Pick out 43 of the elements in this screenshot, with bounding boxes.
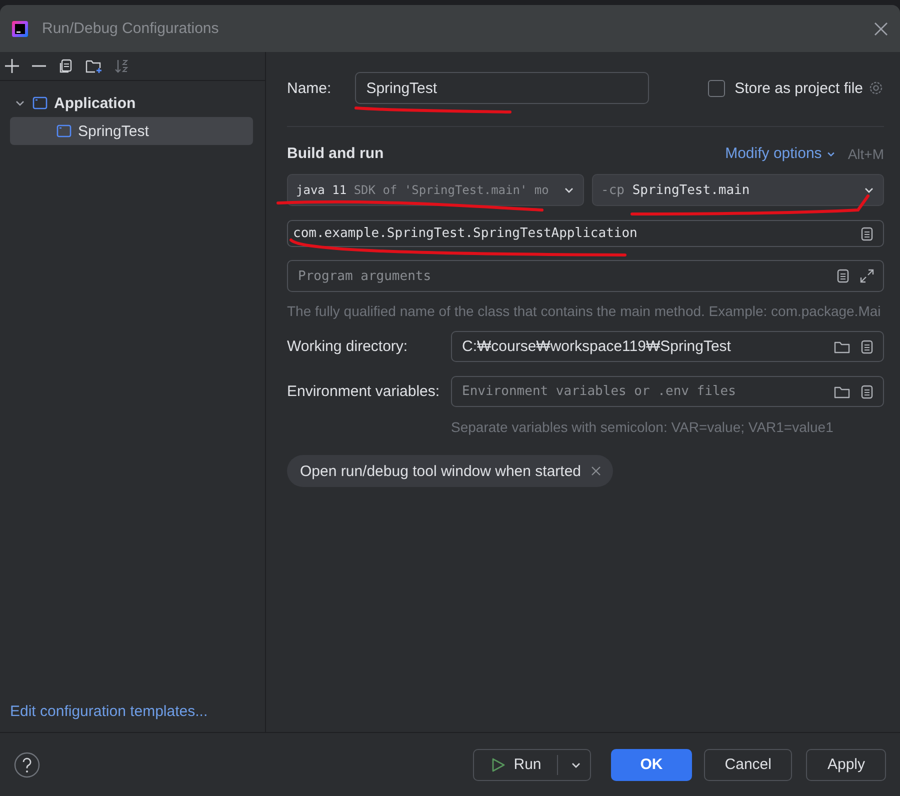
checkbox-label: Store as project file: [734, 80, 863, 96]
working-directory-label: Working directory:: [287, 338, 409, 355]
hint-text: The fully qualified name of the class that contains the main method. Example: com.package.Mai: [287, 303, 882, 319]
copy-icon[interactable]: [58, 58, 74, 74]
gear-icon[interactable]: [868, 80, 884, 96]
close-icon[interactable]: [591, 466, 602, 476]
add-icon[interactable]: [4, 58, 20, 74]
expand-icon[interactable]: [859, 268, 875, 284]
classpath-dropdown[interactable]: -cp SpringTest.main: [592, 174, 884, 206]
help-icon[interactable]: [14, 752, 40, 778]
tree-item[interactable]: Application: [10, 89, 253, 117]
play-icon: [490, 756, 506, 772]
shortcut-text: Alt+M: [848, 146, 884, 162]
environment-variables-field[interactable]: Environment variables or .env files: [451, 376, 884, 407]
modify-options-link[interactable]: Modify options: [725, 145, 836, 162]
application-icon: [32, 95, 48, 111]
program-arguments-field[interactable]: Program arguments: [287, 260, 884, 292]
tree-item[interactable]: SpringTest: [10, 117, 253, 145]
document-icon[interactable]: [859, 338, 875, 354]
ok-button[interactable]: OK: [611, 748, 692, 780]
option-tag[interactable]: Open run/debug tool window when started: [287, 455, 614, 487]
close-icon[interactable]: [874, 22, 888, 36]
app-logo-icon: [12, 20, 28, 36]
working-directory-field[interactable]: C:₩course₩workspace119₩SpringTest: [451, 331, 884, 362]
hint-text: Separate variables with semicolon: VAR=value; VAR1=value1: [451, 419, 834, 435]
name-label: Name:: [287, 80, 332, 96]
apply-button[interactable]: Apply: [806, 748, 886, 780]
application-icon: [56, 123, 72, 139]
document-icon[interactable]: [859, 384, 875, 400]
name-field[interactable]: SpringTest: [355, 72, 650, 104]
cancel-button[interactable]: Cancel: [704, 748, 792, 780]
document-icon[interactable]: [859, 226, 875, 242]
edit-templates-link[interactable]: Edit configuration templates...: [0, 703, 265, 732]
sort-icon[interactable]: [114, 58, 130, 74]
window-title: Run/Debug Configurations: [42, 20, 220, 37]
section-title: Build and run: [287, 145, 385, 162]
checkbox[interactable]: [708, 80, 725, 96]
new-folder-icon[interactable]: [85, 58, 103, 74]
environment-variables-label: Environment variables:: [287, 383, 441, 400]
main-class-field[interactable]: com.example.SpringTest.SpringTestApplication: [287, 220, 884, 247]
document-icon[interactable]: [835, 268, 851, 284]
jdk-dropdown[interactable]: java 11 SDK of 'SpringTest.main' mo: [287, 174, 584, 206]
run-button[interactable]: Run: [472, 748, 592, 780]
